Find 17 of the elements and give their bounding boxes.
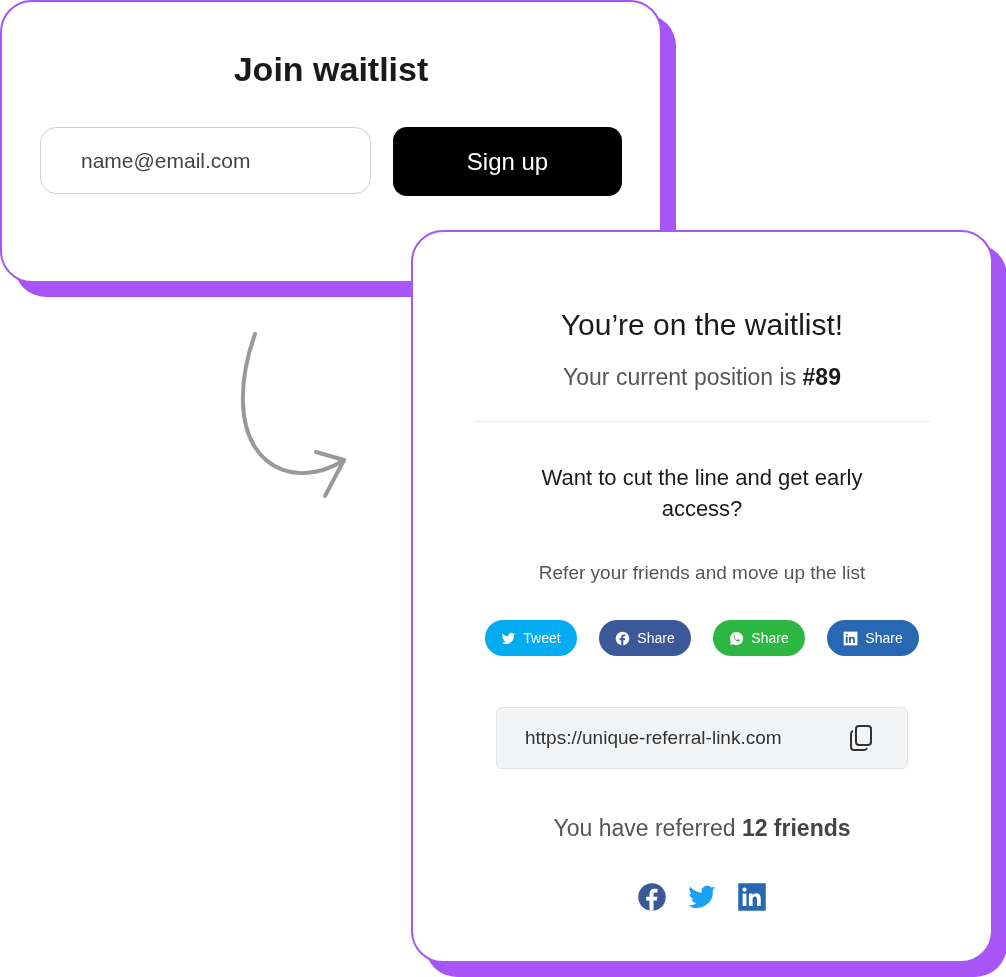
referral-count: You have referred 12 friends: [553, 815, 851, 842]
linkedin-icon[interactable]: [737, 882, 767, 912]
email-field[interactable]: name@email.com: [40, 127, 371, 194]
prompt-heading: Want to cut the line and get early access?: [540, 464, 864, 523]
copy-icon[interactable]: [849, 725, 873, 751]
twitter-icon: [501, 630, 517, 646]
facebook-icon: [615, 630, 631, 646]
position-text: Your current position is #89: [563, 364, 841, 391]
signup-button[interactable]: Sign up: [393, 127, 622, 196]
subtitle: Refer your friends and move up the list: [538, 562, 866, 584]
share-button[interactable]: Share: [827, 620, 919, 656]
whatsapp-icon: [729, 630, 745, 646]
facebook-icon[interactable]: [637, 882, 667, 912]
linkedin-icon: [843, 630, 859, 646]
card-title: You’re on the waitlist!: [560, 308, 844, 342]
share-button[interactable]: Share: [599, 620, 691, 656]
card-title: Join waitlist: [233, 50, 429, 89]
